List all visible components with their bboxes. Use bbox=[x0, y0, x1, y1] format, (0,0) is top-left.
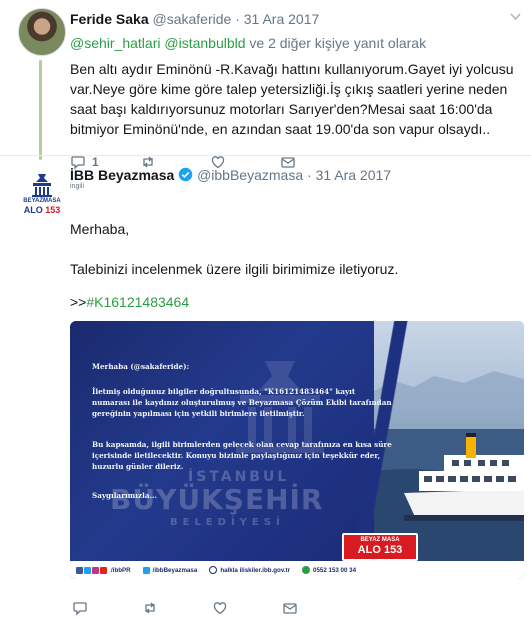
author-name[interactable]: Feride Saka bbox=[70, 11, 149, 27]
watermark-line3: BELEDİYESİ bbox=[170, 517, 285, 528]
footer-web: halkla iliskiler.ibb.gov.tr bbox=[220, 566, 291, 574]
footer-social: /ibbPR bbox=[111, 566, 131, 574]
badge-top: BEYAZ MASA bbox=[360, 537, 400, 543]
tweet-2[interactable]: İBB Beyazmasa @ibbBeyazmasa · 31 Ara 201… bbox=[70, 166, 525, 190]
tweet-2-header: İBB Beyazmasa @ibbBeyazmasa · 31 Ara 201… bbox=[70, 166, 525, 184]
tweet-1-header: Feride Saka @sakaferide · 31 Ara 2017 bbox=[70, 10, 525, 28]
like-button[interactable] bbox=[212, 600, 282, 616]
youtube-icon bbox=[100, 566, 107, 574]
author-handle[interactable]: @sakaferide bbox=[153, 11, 232, 27]
card-footer: /ibbPR /ibbBeyazmasa halkla iliskiler.ib… bbox=[70, 561, 524, 579]
instagram-icon bbox=[92, 566, 99, 574]
badge-bottom: ALO 153 bbox=[357, 544, 403, 556]
tweet-date[interactable]: 31 Ara 2017 bbox=[316, 167, 392, 183]
reply-reference: >>#K16121483464 bbox=[70, 294, 189, 310]
reply-paragraph: Talebinizi incelenmek üzere ilgili birim… bbox=[70, 261, 399, 277]
tweet-1[interactable]: Feride Saka @sakaferide · 31 Ara 2017 @s… bbox=[70, 10, 525, 171]
reply-greeting: Merhaba, bbox=[70, 221, 130, 237]
avatar-feride-saka[interactable] bbox=[18, 8, 66, 56]
hashtag-link[interactable]: #K16121483464 bbox=[86, 294, 189, 310]
replying-rest[interactable]: ve 2 diğer kişiye yanıt olarak bbox=[249, 35, 426, 51]
replying-to: @sehir_hatlari @istanbulbld ve 2 diğer k… bbox=[70, 34, 525, 52]
reply-icon bbox=[73, 602, 87, 616]
tweet-divider bbox=[0, 155, 531, 156]
retweet-button[interactable] bbox=[142, 600, 212, 616]
author-name[interactable]: İBB Beyazmasa bbox=[70, 167, 174, 183]
thread-connector bbox=[39, 60, 42, 160]
retweet-icon bbox=[145, 602, 155, 614]
avatar-caption: BEYAZMASA bbox=[23, 198, 61, 204]
letter-closing: Saygılarımızla... bbox=[92, 491, 157, 500]
social-icons bbox=[76, 566, 107, 574]
reply-button[interactable] bbox=[72, 600, 142, 616]
subtitle: ingili bbox=[70, 183, 85, 190]
separator: · bbox=[307, 167, 312, 183]
whatsapp-icon bbox=[302, 566, 311, 574]
avatar-alo: ALO 153 bbox=[23, 205, 61, 215]
letter-paragraph-2: Bu kapsamda, ilgili birimlerden gelecek … bbox=[92, 440, 392, 471]
globe-icon bbox=[209, 566, 218, 574]
footer-phone: 0552 153 00 34 bbox=[313, 566, 357, 574]
tweet-2-actions bbox=[72, 600, 352, 616]
mention-istanbulbld[interactable]: @istanbulbld bbox=[164, 35, 245, 51]
facebook-icon bbox=[76, 566, 83, 574]
author-handle[interactable]: @ibbBeyazmasa bbox=[197, 167, 303, 183]
beyazmasa-badge: BEYAZ MASA ALO 153 bbox=[342, 533, 418, 561]
ref-prefix: >> bbox=[70, 294, 87, 310]
twitter-icon bbox=[84, 566, 91, 574]
footer-twitter: /ibbBeyazmasa bbox=[152, 566, 198, 574]
message-button[interactable] bbox=[282, 600, 352, 616]
mention-sehir-hatlari[interactable]: @sehir_hatlari bbox=[70, 35, 160, 51]
avatar-ibb-beyazmasa[interactable]: BEYAZMASA ALO 153 bbox=[18, 168, 66, 216]
tweet-date[interactable]: 31 Ara 2017 bbox=[244, 11, 320, 27]
letter-greeting: Merhaba (@sakaferide): bbox=[92, 362, 190, 371]
envelope-icon bbox=[283, 603, 297, 614]
verified-badge-icon bbox=[178, 167, 193, 182]
letter-paragraph-1: İletmiş olduğunuz bilgiler doğrultusunda… bbox=[92, 387, 392, 418]
heart-icon bbox=[213, 602, 227, 615]
twitter-icon bbox=[142, 566, 150, 574]
attached-image[interactable]: İSTANBUL BÜYÜKŞEHİR BELEDİYESİ Merhaba (… bbox=[70, 321, 524, 579]
tweet-text: Ben altı aydır Eminönü -R.Kavağı hattını… bbox=[70, 61, 514, 137]
separator: · bbox=[235, 11, 240, 27]
chevron-down-icon[interactable] bbox=[510, 12, 521, 24]
response-letter: Merhaba (@sakaferide): İletmiş olduğunuz… bbox=[92, 361, 392, 512]
